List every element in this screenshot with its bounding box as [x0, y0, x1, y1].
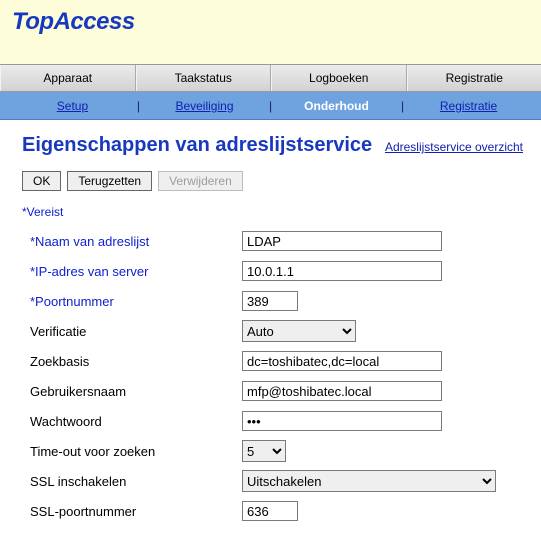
nav2-link-setup[interactable]: Setup	[10, 99, 135, 113]
nav1-tab-logboeken[interactable]: Logboeken	[271, 65, 407, 91]
password-label: Wachtwoord	[22, 414, 242, 429]
ssl-port-input[interactable]	[242, 501, 298, 521]
nav2-link-onderhoud[interactable]: Onderhoud	[274, 99, 399, 113]
username-input[interactable]	[242, 381, 442, 401]
primary-nav: Apparaat Taakstatus Logboeken Registrati…	[0, 64, 541, 92]
password-input[interactable]	[242, 411, 442, 431]
name-input[interactable]	[242, 231, 442, 251]
nav2-sep: |	[135, 99, 142, 113]
ssl-port-label: SSL-poortnummer	[22, 504, 242, 519]
nav2-sep: |	[399, 99, 406, 113]
searchbase-input[interactable]	[242, 351, 442, 371]
secondary-nav: Setup | Beveiliging | Onderhoud | Regist…	[0, 92, 541, 120]
ip-label: *IP-adres van server	[22, 264, 242, 279]
auth-label: Verificatie	[22, 324, 242, 339]
ip-input[interactable]	[242, 261, 442, 281]
username-label: Gebruikersnaam	[22, 384, 242, 399]
timeout-select[interactable]: 5	[242, 440, 286, 462]
timeout-label: Time-out voor zoeken	[22, 444, 242, 459]
overview-link[interactable]: Adreslijstservice overzicht	[385, 140, 523, 154]
delete-button: Verwijderen	[158, 171, 243, 191]
port-label: *Poortnummer	[22, 294, 242, 309]
searchbase-label: Zoekbasis	[22, 354, 242, 369]
required-note: *Vereist	[22, 205, 523, 219]
ok-button[interactable]: OK	[22, 171, 61, 191]
app-logo: TopAccess	[12, 8, 135, 35]
port-input[interactable]	[242, 291, 298, 311]
nav1-tab-taakstatus[interactable]: Taakstatus	[136, 65, 272, 91]
ssl-enable-select[interactable]: Uitschakelen	[242, 470, 496, 492]
nav2-link-registratie[interactable]: Registratie	[406, 99, 531, 113]
nav2-link-beveiliging[interactable]: Beveiliging	[142, 99, 267, 113]
nav1-tab-apparaat[interactable]: Apparaat	[0, 65, 136, 91]
name-label: *Naam van adreslijst	[22, 234, 242, 249]
ssl-enable-label: SSL inschakelen	[22, 474, 242, 489]
page-title: Eigenschappen van adreslijstservice	[22, 134, 372, 157]
reset-button[interactable]: Terugzetten	[67, 171, 152, 191]
nav1-tab-registratie[interactable]: Registratie	[407, 65, 541, 91]
auth-select[interactable]: Auto	[242, 320, 356, 342]
nav2-sep: |	[267, 99, 274, 113]
